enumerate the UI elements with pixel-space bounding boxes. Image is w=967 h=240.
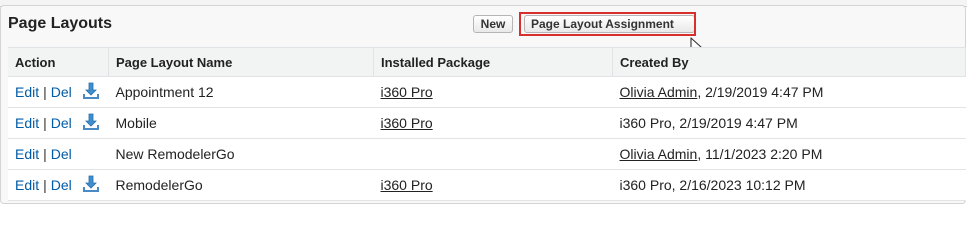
created-by-cell: i360 Pro, 2/19/2019 4:47 PM [612, 107, 966, 139]
edit-link[interactable]: Edit [15, 84, 39, 100]
action-cell: Edit | Del [8, 138, 109, 170]
created-by-cell: Olivia Admin, 11/1/2023 2:20 PM [612, 138, 966, 170]
installed-package-link[interactable]: i360 Pro [381, 115, 433, 131]
delete-link[interactable]: Del [51, 177, 72, 193]
action-cell: Edit | Del [8, 107, 109, 139]
column-header-name: Page Layout Name [108, 47, 374, 77]
highlight-box [519, 12, 696, 36]
page-layouts-table: Action Page Layout Name Installed Packag… [8, 47, 966, 201]
column-header-created-by: Created By [612, 47, 966, 77]
action-separator: | [43, 146, 47, 162]
created-by-date: i360 Pro, 2/16/2023 10:12 PM [619, 177, 806, 193]
created-by-cell: i360 Pro, 2/16/2023 10:12 PM [612, 169, 966, 201]
action-separator: | [43, 177, 47, 193]
layout-name-cell: Appointment 12 [108, 76, 374, 108]
edit-link[interactable]: Edit [15, 115, 39, 131]
table-row: Edit | Del New RemodelerGo Olivia Admin, 11/… [8, 138, 966, 170]
edit-link[interactable]: Edit [15, 177, 39, 193]
created-by-cell: Olivia Admin, 2/19/2019 4:47 PM [612, 76, 966, 108]
created-by-date: , 2/19/2019 4:47 PM [697, 84, 824, 100]
table-row: Edit | Del Mobile i360 Pro i360 Pro, 2/19/201… [8, 107, 966, 139]
action-cell: Edit | Del [8, 76, 109, 108]
action-separator: | [43, 115, 47, 131]
download-icon[interactable] [82, 82, 100, 103]
delete-link[interactable]: Del [51, 146, 72, 162]
action-cell: Edit | Del [8, 169, 109, 201]
download-icon[interactable] [82, 113, 100, 134]
table-row: Edit | Del Appointment 12 i360 Pro Olivia Adm… [8, 76, 966, 108]
delete-link[interactable]: Del [51, 115, 72, 131]
installed-package-link[interactable]: i360 Pro [381, 177, 433, 193]
installed-package-cell [373, 138, 613, 170]
installed-package-cell: i360 Pro [373, 76, 613, 108]
new-button[interactable]: New [473, 15, 513, 33]
download-icon[interactable] [82, 175, 100, 196]
action-separator: | [43, 84, 47, 100]
installed-package-link[interactable]: i360 Pro [381, 84, 433, 100]
layout-name-cell: Mobile [108, 107, 374, 139]
installed-package-cell: i360 Pro [373, 107, 613, 139]
column-header-action: Action [8, 47, 109, 77]
created-by-date: i360 Pro, 2/19/2019 4:47 PM [619, 115, 798, 131]
layout-name-cell: RemodelerGo [108, 169, 374, 201]
installed-package-cell: i360 Pro [373, 169, 613, 201]
created-by-date: , 11/1/2023 2:20 PM [697, 146, 823, 162]
edit-link[interactable]: Edit [15, 146, 39, 162]
created-by-user-link[interactable]: Olivia Admin [620, 146, 698, 162]
layout-name-cell: New RemodelerGo [108, 138, 374, 170]
page-title: Page Layouts [8, 15, 113, 32]
table-header-row: Action Page Layout Name Installed Packag… [8, 47, 966, 77]
column-header-package: Installed Package [373, 47, 613, 77]
delete-link[interactable]: Del [51, 84, 72, 100]
table-row: Edit | Del RemodelerGo i360 Pro i360 Pro, 2/1… [8, 169, 966, 201]
created-by-user-link[interactable]: Olivia Admin [620, 84, 698, 100]
